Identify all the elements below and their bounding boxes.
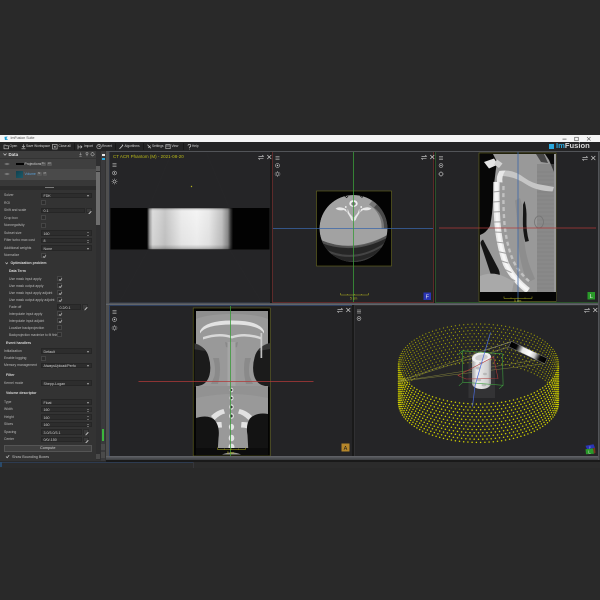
svg-text:5 cm: 5 cm [514, 299, 522, 302]
svg-text:A: A [343, 446, 347, 452]
svg-text:5 cm: 5 cm [227, 451, 235, 455]
svg-text:5 cm: 5 cm [350, 297, 358, 301]
svg-text:CT ACR Phantom (M) - 2021-08-2: CT ACR Phantom (M) - 2021-08-20 [113, 154, 184, 159]
svg-text:P: P [588, 445, 590, 449]
svg-text:L: L [589, 294, 592, 300]
